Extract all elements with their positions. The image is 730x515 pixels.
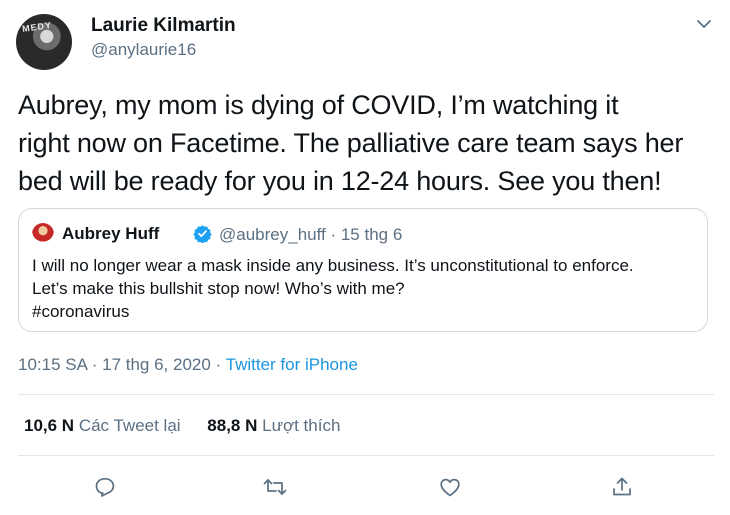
tweet: MEDY Laurie Kilmartin @anylaurie16 Aubre… bbox=[0, 0, 730, 515]
retweet-icon bbox=[263, 479, 287, 495]
share-button[interactable] bbox=[605, 470, 639, 504]
quoted-tweet-text: I will no longer wear a mask inside any … bbox=[32, 254, 700, 323]
tweet-text-line: right now on Facetime. The palliative ca… bbox=[18, 128, 684, 158]
author-display-name[interactable]: Laurie Kilmartin bbox=[91, 15, 236, 37]
tweet-timestamp[interactable]: 10:15 SA · 17 thg 6, 2020 · bbox=[18, 355, 226, 374]
quoted-hashtag[interactable]: #coronavirus bbox=[32, 300, 700, 323]
tweet-text-line: bed will be ready for you in 12-24 hours… bbox=[18, 166, 662, 196]
likes-stat[interactable]: 88,8 N Lượt thích bbox=[207, 416, 340, 435]
more-options-icon[interactable] bbox=[692, 12, 716, 36]
quoted-text-line: I will no longer wear a mask inside any … bbox=[32, 256, 634, 275]
share-icon bbox=[613, 477, 631, 496]
like-icon bbox=[440, 478, 460, 497]
likes-label: Lượt thích bbox=[262, 416, 341, 435]
reply-button[interactable] bbox=[88, 470, 122, 504]
avatar-text: MEDY bbox=[21, 19, 53, 35]
quoted-tweet[interactable]: Aubrey Huff @aubrey_huff · 15 thg 6 I wi… bbox=[18, 208, 708, 332]
quoted-author-name: Aubrey Huff bbox=[62, 224, 160, 243]
tweet-stats: 10,6 N Các Tweet lại 88,8 N Lượt thích bbox=[24, 416, 362, 436]
quoted-handle-date: @aubrey_huff · 15 thg 6 bbox=[219, 225, 403, 244]
retweet-button[interactable] bbox=[258, 470, 292, 504]
quoted-author-avatar bbox=[32, 223, 54, 245]
verified-badge-icon bbox=[193, 224, 212, 243]
divider bbox=[18, 394, 714, 395]
like-button[interactable] bbox=[433, 470, 467, 504]
tweet-source-link[interactable]: Twitter for iPhone bbox=[226, 355, 358, 374]
likes-count: 88,8 N bbox=[207, 416, 258, 435]
retweets-label: Các Tweet lại bbox=[78, 416, 181, 435]
author-handle[interactable]: @anylaurie16 bbox=[91, 40, 196, 60]
tweet-text-line: Aubrey, my mom is dying of COVID, I’m wa… bbox=[18, 90, 619, 120]
tweet-meta: 10:15 SA · 17 thg 6, 2020 · Twitter for … bbox=[18, 355, 358, 375]
author-avatar[interactable]: MEDY bbox=[16, 14, 72, 70]
quoted-text-line: Let’s make this bullshit stop now! Who’s… bbox=[32, 279, 405, 298]
reply-icon bbox=[95, 477, 115, 497]
tweet-text: Aubrey, my mom is dying of COVID, I’m wa… bbox=[18, 86, 718, 200]
retweets-count: 10,6 N bbox=[24, 416, 75, 435]
divider bbox=[18, 455, 714, 456]
retweets-stat[interactable]: 10,6 N Các Tweet lại bbox=[24, 416, 181, 435]
